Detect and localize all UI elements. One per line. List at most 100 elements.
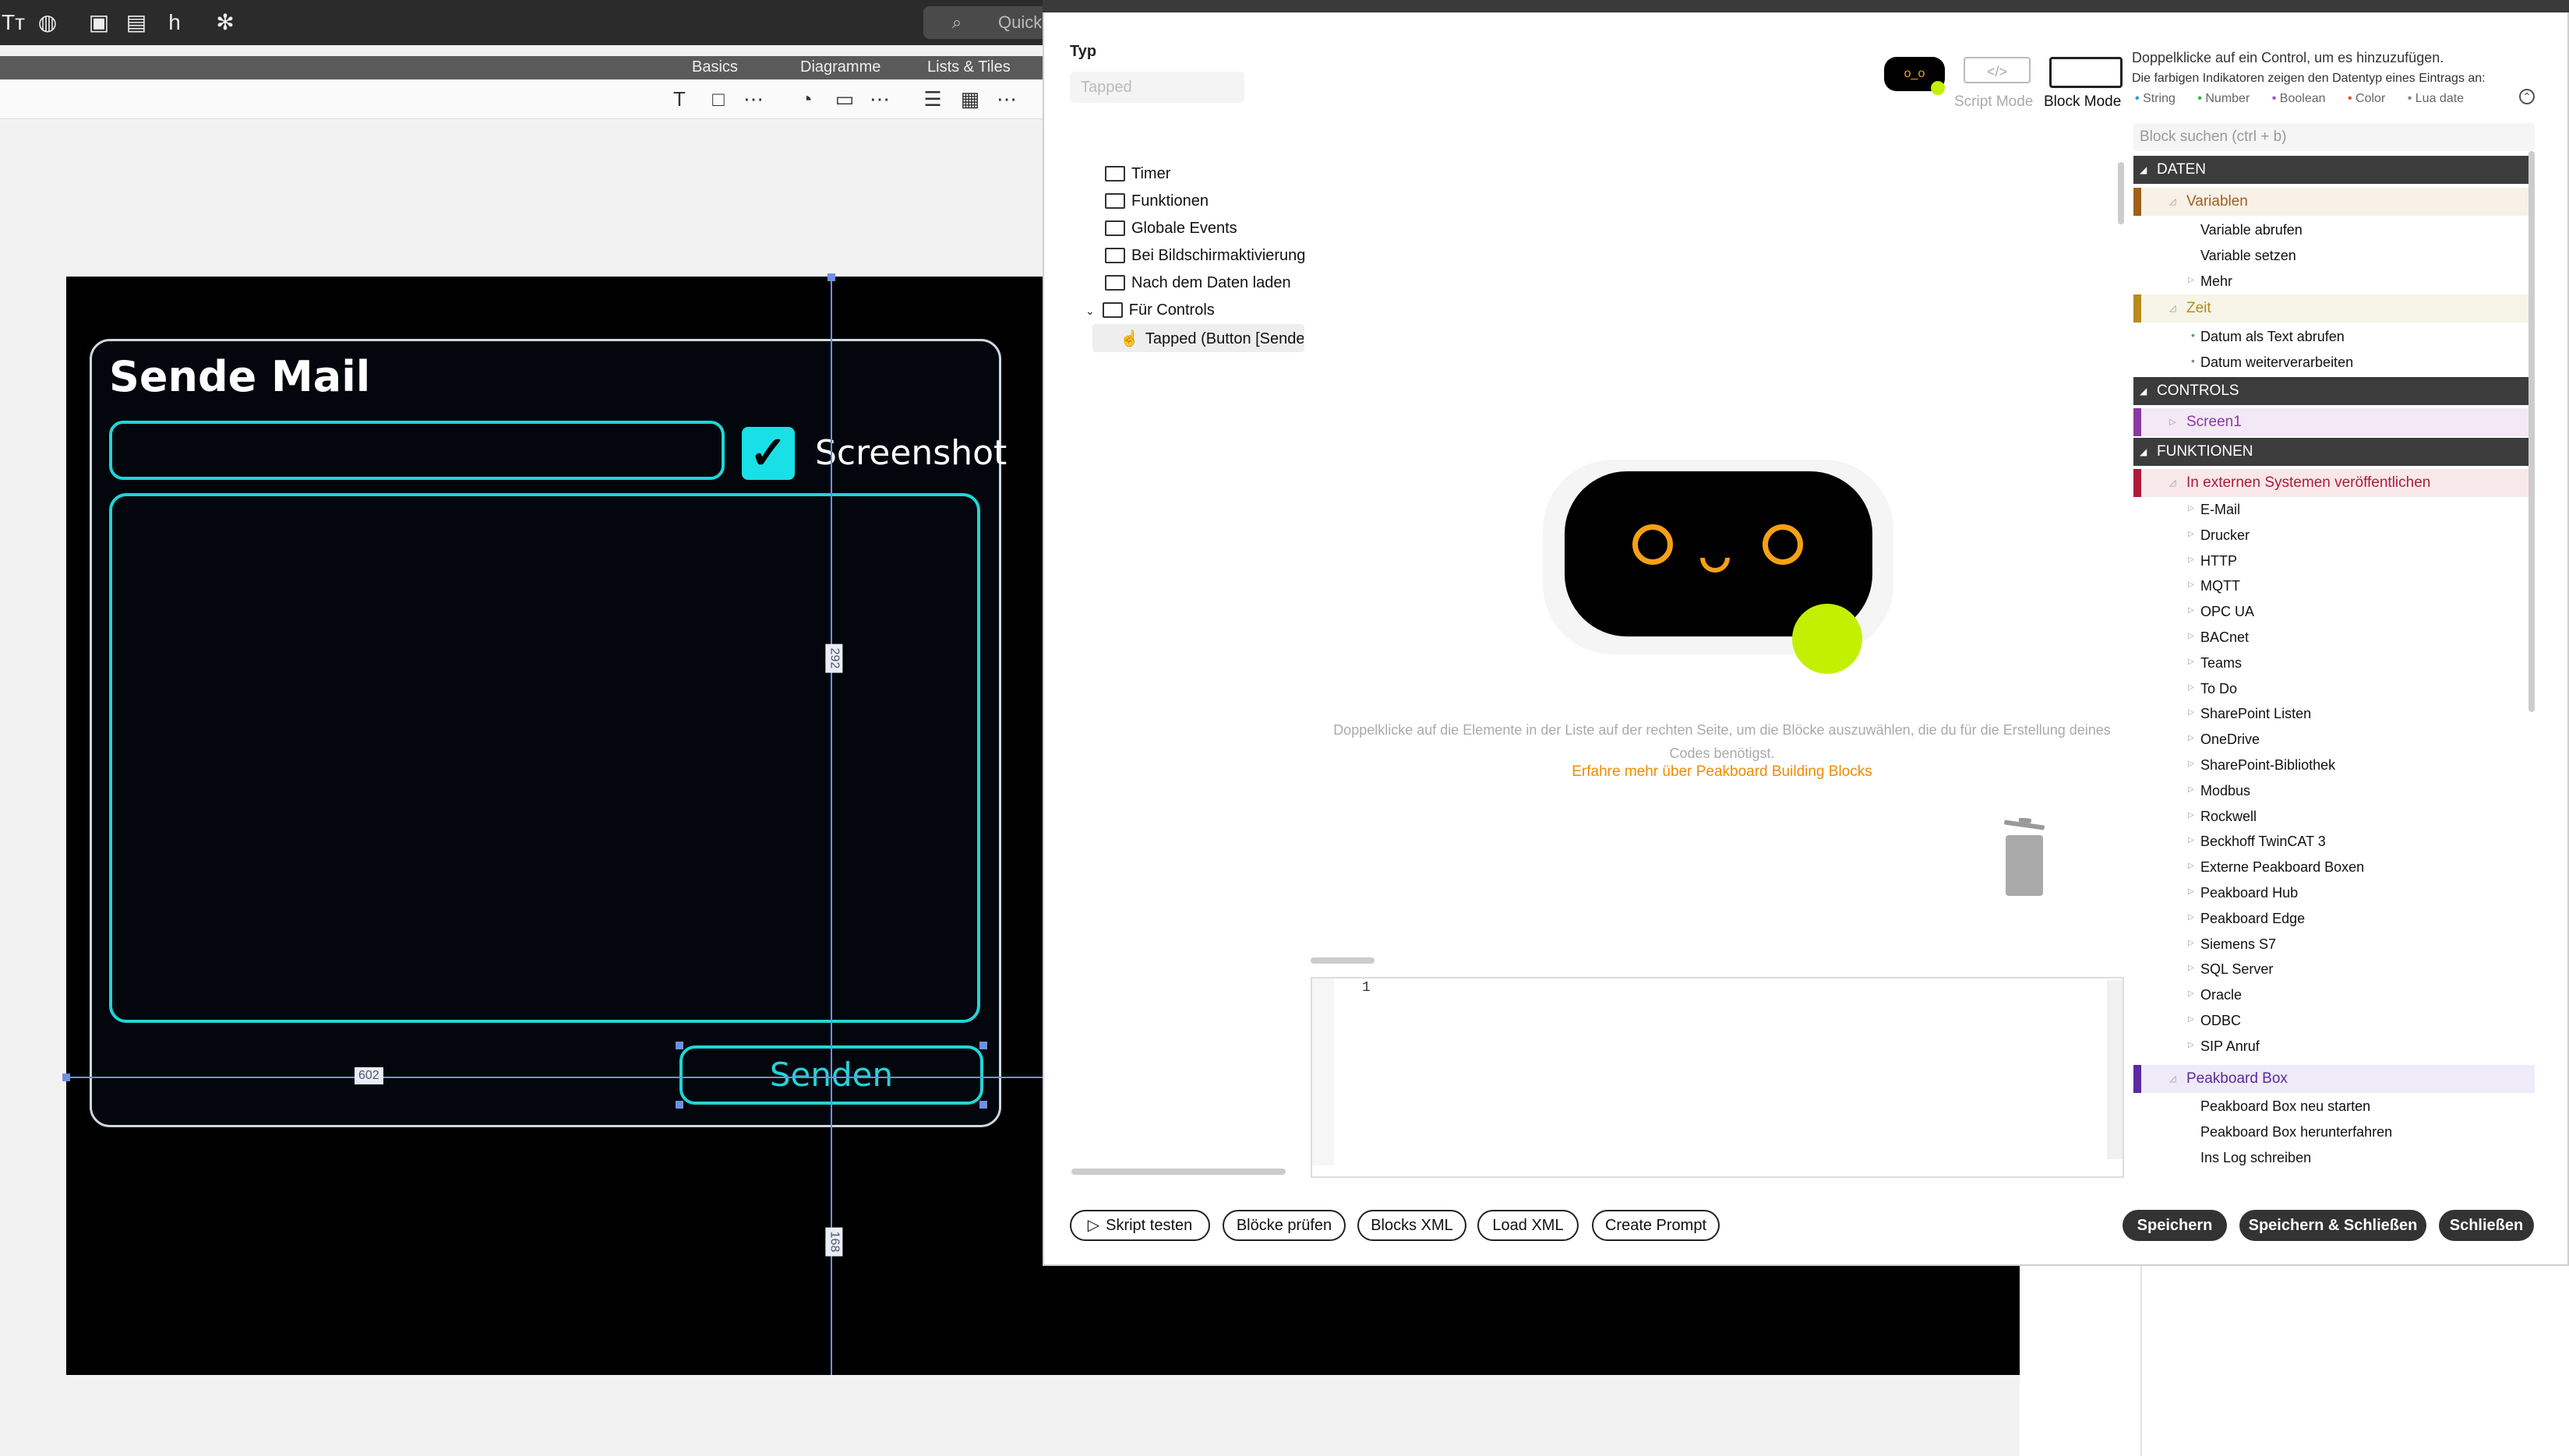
script-mode-label[interactable]: Script Mode (1954, 93, 2033, 111)
bar-tool-icon[interactable]: ▭ (831, 86, 858, 112)
block-http[interactable]: ▷ HTTP (2188, 553, 2237, 569)
section-daten[interactable]: ◢ DATEN (2133, 156, 2535, 184)
save-close-button[interactable]: Speichern & Schließen (2239, 1210, 2426, 1241)
block-odbc[interactable]: ▷ ODBC (2188, 1013, 2241, 1029)
chevron-down-icon[interactable]: ⌄ (1085, 305, 1095, 317)
more-lists-icon[interactable]: ⋯ (993, 86, 1020, 112)
block-peakboard-edge[interactable]: ▷ Peakboard Edge (2188, 911, 2305, 927)
script-mode-icon[interactable]: </> (1964, 57, 2031, 83)
section-funktionen[interactable]: ◢ FUNKTIONEN (2133, 438, 2535, 466)
block-oracle[interactable]: ▷ Oracle (2188, 987, 2242, 1003)
collapse-icon[interactable]: ⌃ (2519, 89, 2535, 104)
tab-lists-tiles[interactable]: Lists & Tiles (927, 58, 1011, 76)
block-siemens-s7[interactable]: ▷ Siemens S7 (2188, 936, 2276, 953)
resize-handle[interactable] (676, 1101, 683, 1109)
block-sharepoint-listen[interactable]: ▷ SharePoint Listen (2188, 706, 2311, 722)
category-variablen[interactable]: ◿ Variablen (2133, 188, 2535, 216)
block-mode-icon[interactable] (2049, 57, 2123, 88)
block-drucker[interactable]: ▷ Drucker (2188, 527, 2250, 544)
horizontal-scrollbar[interactable] (1311, 957, 1374, 964)
test-script-button[interactable]: ▷ Skript testen (1070, 1210, 1210, 1241)
tree-item-tapped[interactable]: ☝ Tapped (Button [Sende (1120, 329, 1304, 348)
block-box-herunterfahren[interactable]: Peakboard Box herunterfahren (2200, 1124, 2392, 1140)
block-to-do[interactable]: ▷ To Do (2188, 681, 2237, 697)
block-beckhoff-twincat-3[interactable]: ▷ Beckhoff TwinCAT 3 (2188, 834, 2326, 850)
category-peakboard-box[interactable]: ◿ Peakboard Box (2133, 1065, 2535, 1093)
block-datum-als-text[interactable]: • Datum als Text abrufen (2191, 329, 2345, 345)
more-basics-icon[interactable]: ⋯ (740, 86, 767, 112)
check-blocks-button[interactable]: Blöcke prüfen (1223, 1210, 1346, 1241)
tree-item-fuer-controls[interactable]: ⌄ Für Controls (1085, 301, 1215, 319)
block-ins-log-schreiben[interactable]: Ins Log schreiben (2200, 1150, 2311, 1166)
block-variable-abrufen[interactable]: Variable abrufen (2200, 222, 2303, 238)
block-mqtt[interactable]: ▷ MQTT (2188, 578, 2240, 594)
subject-textbox[interactable] (109, 421, 725, 480)
resize-handle[interactable] (979, 1042, 987, 1049)
rectangle-tool-icon[interactable]: □ (705, 86, 732, 112)
category-zeit[interactable]: ◿ Zeit (2133, 294, 2535, 323)
category-extern-veroeffentlichen[interactable]: ◿ In externen Systemen veröffentlichen (2133, 469, 2535, 497)
section-controls[interactable]: ◢ CONTROLS (2133, 377, 2535, 405)
code-editor[interactable] (1311, 977, 2124, 1178)
tab-basics[interactable]: Basics (692, 58, 738, 76)
learn-more-link[interactable]: Erfahre mehr über Peakboard Building Blo… (1325, 763, 2119, 781)
block-rockwell[interactable]: ▷ Rockwell (2188, 809, 2257, 825)
data-source-icon[interactable]: ▤ (123, 9, 150, 36)
block-externe-peakboard-boxen[interactable]: ▷ Externe Peakboard Boxen (2188, 859, 2364, 876)
dataset-icon[interactable]: ▣ (86, 9, 112, 36)
create-prompt-button[interactable]: Create Prompt (1592, 1210, 1720, 1241)
resize-handle[interactable] (676, 1042, 683, 1049)
guide-handle[interactable] (828, 273, 835, 281)
block-opc-ua[interactable]: ▷ OPC UA (2188, 604, 2254, 620)
tree-item-timer[interactable]: Timer (1105, 165, 1170, 183)
block-sip-anruf[interactable]: ▷ SIP Anruf (2188, 1038, 2260, 1055)
block-sql-server[interactable]: ▷ SQL Server (2188, 961, 2273, 978)
block-mehr[interactable]: ▷ Mehr (2188, 273, 2232, 290)
tree-item-nach-daten-laden[interactable]: Nach dem Daten laden (1105, 274, 1291, 292)
resize-handle[interactable] (979, 1101, 987, 1109)
collapse-triangle-icon: ◿ (2169, 478, 2176, 488)
list-tool-icon[interactable]: ☰ (919, 86, 946, 112)
mail-body-textbox[interactable] (109, 493, 980, 1023)
block-search-input[interactable]: Block suchen (ctrl + b) (2133, 123, 2535, 151)
more-diagrams-icon[interactable]: ⋯ (866, 86, 893, 112)
block-box-neu-starten[interactable]: Peakboard Box neu starten (2200, 1098, 2370, 1115)
workspace-scrollbar[interactable] (2118, 162, 2124, 224)
palette-icon[interactable]: ◍ (34, 9, 61, 36)
pie-chart-tool-icon[interactable]: ◔ (793, 86, 820, 112)
editor-scrollbar[interactable] (2107, 980, 2123, 1159)
tree-item-funktionen[interactable]: Funktionen (1105, 192, 1209, 210)
table-tool-icon[interactable]: ▦ (957, 86, 983, 112)
quick-search-input[interactable]: ⌕ Quick (923, 6, 1048, 39)
block-modbus[interactable]: ▷ Modbus (2188, 783, 2250, 799)
mail-title[interactable]: Sende Mail (109, 352, 370, 401)
blocks-xml-button[interactable]: Blocks XML (1357, 1210, 1466, 1241)
tab-diagramme[interactable]: Diagramme (800, 58, 880, 76)
trash-icon[interactable] (2001, 818, 2048, 897)
text-style-icon[interactable]: Tт (0, 9, 26, 36)
block-bacnet[interactable]: ▷ BACnet (2188, 629, 2249, 646)
dialog-titlebar[interactable] (1043, 0, 2569, 12)
block-teams[interactable]: ▷ Teams (2188, 655, 2242, 672)
block-list-scrollbar[interactable] (2528, 151, 2535, 712)
block-sharepoint-bibliothek[interactable]: ▷ SharePoint-Bibliothek (2188, 757, 2335, 774)
block-variable-setzen[interactable]: Variable setzen (2200, 248, 2296, 264)
category-screen1[interactable]: ▷ Screen1 (2133, 408, 2535, 436)
screenshot-checkbox[interactable]: ✓ (742, 427, 795, 480)
settings-gear-icon[interactable]: ✻ (212, 9, 238, 36)
block-peakboard-hub[interactable]: ▷ Peakboard Hub (2188, 885, 2298, 901)
tree-item-bildschirmaktivierung[interactable]: Bei Bildschirmaktivierung (1105, 247, 1305, 265)
tree-horizontal-scrollbar[interactable] (1071, 1169, 1286, 1175)
guide-handle[interactable] (62, 1073, 70, 1081)
block-mode-label[interactable]: Block Mode (2044, 93, 2121, 111)
block-e-mail[interactable]: ▷ E-Mail (2188, 502, 2240, 518)
hub-icon[interactable]: h (161, 9, 188, 36)
load-xml-button[interactable]: Load XML (1477, 1210, 1579, 1241)
save-button[interactable]: Speichern (2123, 1210, 2227, 1241)
text-tool-icon[interactable]: T (666, 86, 693, 112)
typ-input[interactable]: Tapped (1070, 72, 1244, 103)
tree-item-globale-events[interactable]: Globale Events (1105, 220, 1237, 238)
close-button[interactable]: Schließen (2439, 1210, 2534, 1241)
block-onedrive[interactable]: ▷ OneDrive (2188, 732, 2260, 748)
block-datum-weiterverarbeiten[interactable]: • Datum weiterverarbeiten (2191, 354, 2353, 371)
